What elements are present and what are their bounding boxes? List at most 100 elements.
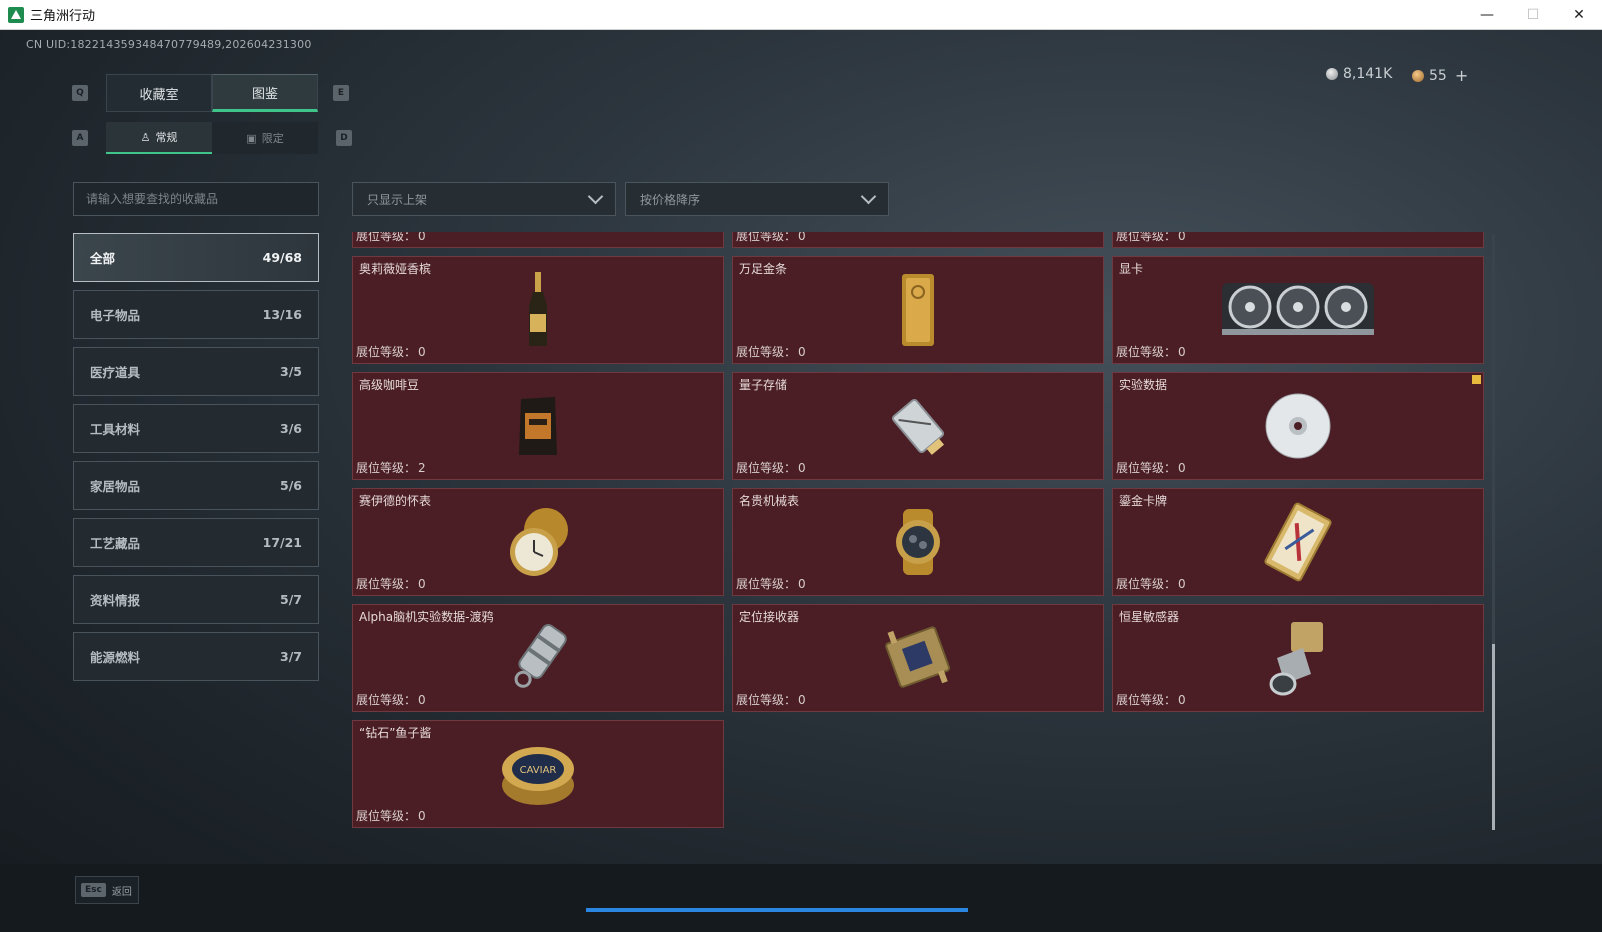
item-card[interactable]: 万足金条 展位等级： 0 [732, 256, 1104, 364]
level-value: 0 [798, 232, 806, 243]
item-card[interactable]: 恒星敏感器 展位等级： 0 [1112, 604, 1484, 712]
grid-scrollbar[interactable] [1492, 234, 1495, 830]
display-filter-dropdown[interactable]: 只显示上架 [352, 182, 616, 216]
item-level: 展位等级： 0 [356, 232, 426, 244]
item-card[interactable]: 实验数据 展位等级： 0 [1112, 372, 1484, 480]
category-electronics[interactable]: 电子物品 13/16 [73, 290, 319, 339]
item-card[interactable]: 鎏金卡牌 展位等级： 0 [1112, 488, 1484, 596]
champagne-icon [529, 272, 547, 346]
tab-collection-room[interactable]: 收藏室 [106, 74, 212, 112]
item-name: 实验数据 [1119, 378, 1168, 392]
sort-value: 按价格降序 [640, 192, 701, 207]
item-name: 赛伊德的怀表 [359, 494, 432, 508]
level-label: 展位等级： [736, 577, 797, 591]
item-name: 高级咖啡豆 [359, 378, 420, 392]
loading-bar [586, 908, 968, 912]
item-card[interactable]: Alpha脑机实验数据-渡鸦 展位等级： 0 [352, 604, 724, 712]
silver-coin-icon [1326, 68, 1338, 80]
category-label: 工具材料 [90, 422, 141, 437]
category-household[interactable]: 家居物品 5/6 [73, 461, 319, 510]
category-crafts[interactable]: 工艺藏品 17/21 [73, 518, 319, 567]
item-level: 展位等级： 0 [736, 232, 806, 244]
category-count: 49/68 [262, 250, 302, 265]
level-label: 展位等级： [356, 693, 417, 707]
level-label: 展位等级： [356, 345, 417, 359]
category-intel[interactable]: 资料情报 5/7 [73, 575, 319, 624]
coffee-bag-icon [519, 397, 557, 455]
category-tools[interactable]: 工具材料 3/6 [73, 404, 319, 453]
tab-catalog[interactable]: 图鉴 [212, 74, 318, 112]
item-name: 量子存储 [739, 378, 788, 392]
category-count: 17/21 [262, 535, 302, 550]
item-name: 名贵机械表 [739, 494, 800, 508]
category-count: 3/6 [280, 421, 302, 436]
key-e-hint: E [333, 85, 349, 101]
level-value: 0 [1178, 461, 1186, 475]
item-level: 展位等级： 0 [736, 691, 806, 708]
item-card[interactable]: 定位接收器 展位等级： 0 [732, 604, 1104, 712]
item-card[interactable]: 赛伊德的怀表 展位等级： 0 [352, 488, 724, 596]
item-card-partial[interactable]: 展位等级： 0 [732, 232, 1104, 248]
chevron-down-icon [587, 188, 604, 204]
frame-icon: ▣ [246, 131, 257, 145]
level-value: 0 [418, 232, 426, 243]
level-value: 0 [1178, 345, 1186, 359]
level-label: 展位等级： [356, 461, 417, 475]
level-value: 0 [418, 577, 426, 591]
category-label: 工艺藏品 [90, 536, 141, 551]
sort-dropdown[interactable]: 按价格降序 [625, 182, 889, 216]
item-level: 展位等级： 0 [1116, 575, 1186, 592]
category-energy[interactable]: 能源燃料 3/7 [73, 632, 319, 681]
sub-tabs: ♙ 常规 ▣ 限定 [106, 122, 318, 154]
category-medical[interactable]: 医疗道具 3/5 [73, 347, 319, 396]
item-card-partial[interactable]: 展位等级： 0 [1112, 232, 1484, 248]
gold-currency: 55 + [1412, 66, 1468, 85]
gilded-card-icon [1264, 502, 1332, 582]
category-all[interactable]: 全部 49/68 [73, 233, 319, 282]
gold-coin-icon [1412, 69, 1424, 82]
item-name: “钻石”鱼子酱 [359, 726, 432, 740]
level-label: 展位等级： [736, 693, 797, 707]
level-label: 展位等级： [1116, 693, 1177, 707]
window-title: 三角洲行动 [30, 9, 96, 24]
item-level: 展位等级： 2 [356, 459, 426, 476]
maximize-button[interactable]: ☐ [1510, 0, 1556, 30]
disc-icon [1265, 393, 1331, 459]
window-titlebar: 三角洲行动 — ☐ ✕ [0, 0, 1602, 30]
item-card[interactable]: 名贵机械表 展位等级： 0 [732, 488, 1104, 596]
item-level: 展位等级： 0 [356, 807, 426, 824]
close-button[interactable]: ✕ [1556, 0, 1602, 30]
minimize-button[interactable]: — [1464, 0, 1510, 30]
scrollbar-thumb[interactable] [1492, 644, 1495, 830]
tab-limited[interactable]: ▣ 限定 [212, 122, 318, 154]
category-label: 能源燃料 [90, 650, 141, 665]
level-label: 展位等级： [736, 232, 797, 243]
level-label: 展位等级： [356, 232, 417, 243]
item-name: 奥莉薇娅香槟 [359, 262, 432, 276]
level-value: 2 [418, 461, 426, 475]
level-value: 0 [418, 693, 426, 707]
level-value: 0 [1178, 577, 1186, 591]
add-currency-button[interactable]: + [1455, 66, 1468, 85]
pocket-watch-icon [510, 508, 568, 576]
back-button[interactable]: Esc 返回 [75, 876, 139, 904]
item-name: 恒星敏感器 [1119, 610, 1180, 624]
item-grid: 展位等级： 0 展位等级： 0 展位等级： 0 奥莉薇娅香槟 展位等级： 0 万足金条 … [352, 232, 1486, 830]
item-card-partial[interactable]: 展位等级： 0 [352, 232, 724, 248]
level-value: 0 [1178, 232, 1186, 243]
star-sensor-icon [1269, 622, 1323, 696]
item-level: 展位等级： 0 [1116, 691, 1186, 708]
item-card[interactable]: 量子存储 展位等级： 0 [732, 372, 1104, 480]
item-card[interactable]: 显卡 展位等级： 0 [1112, 256, 1484, 364]
uid-text: CN UID:182214359348470779489,20260423130… [26, 38, 312, 51]
level-value: 0 [798, 461, 806, 475]
level-label: 展位等级： [1116, 232, 1177, 243]
display-filter-value: 只显示上架 [367, 192, 428, 207]
item-level: 展位等级： 0 [736, 459, 806, 476]
category-count: 5/6 [280, 478, 302, 493]
item-card[interactable]: “钻石”鱼子酱 CAVIAR 展位等级： 0 [352, 720, 724, 828]
tab-regular[interactable]: ♙ 常规 [106, 122, 212, 154]
item-card[interactable]: 高级咖啡豆 展位等级： 2 [352, 372, 724, 480]
search-input[interactable] [73, 182, 319, 216]
item-card[interactable]: 奥莉薇娅香槟 展位等级： 0 [352, 256, 724, 364]
